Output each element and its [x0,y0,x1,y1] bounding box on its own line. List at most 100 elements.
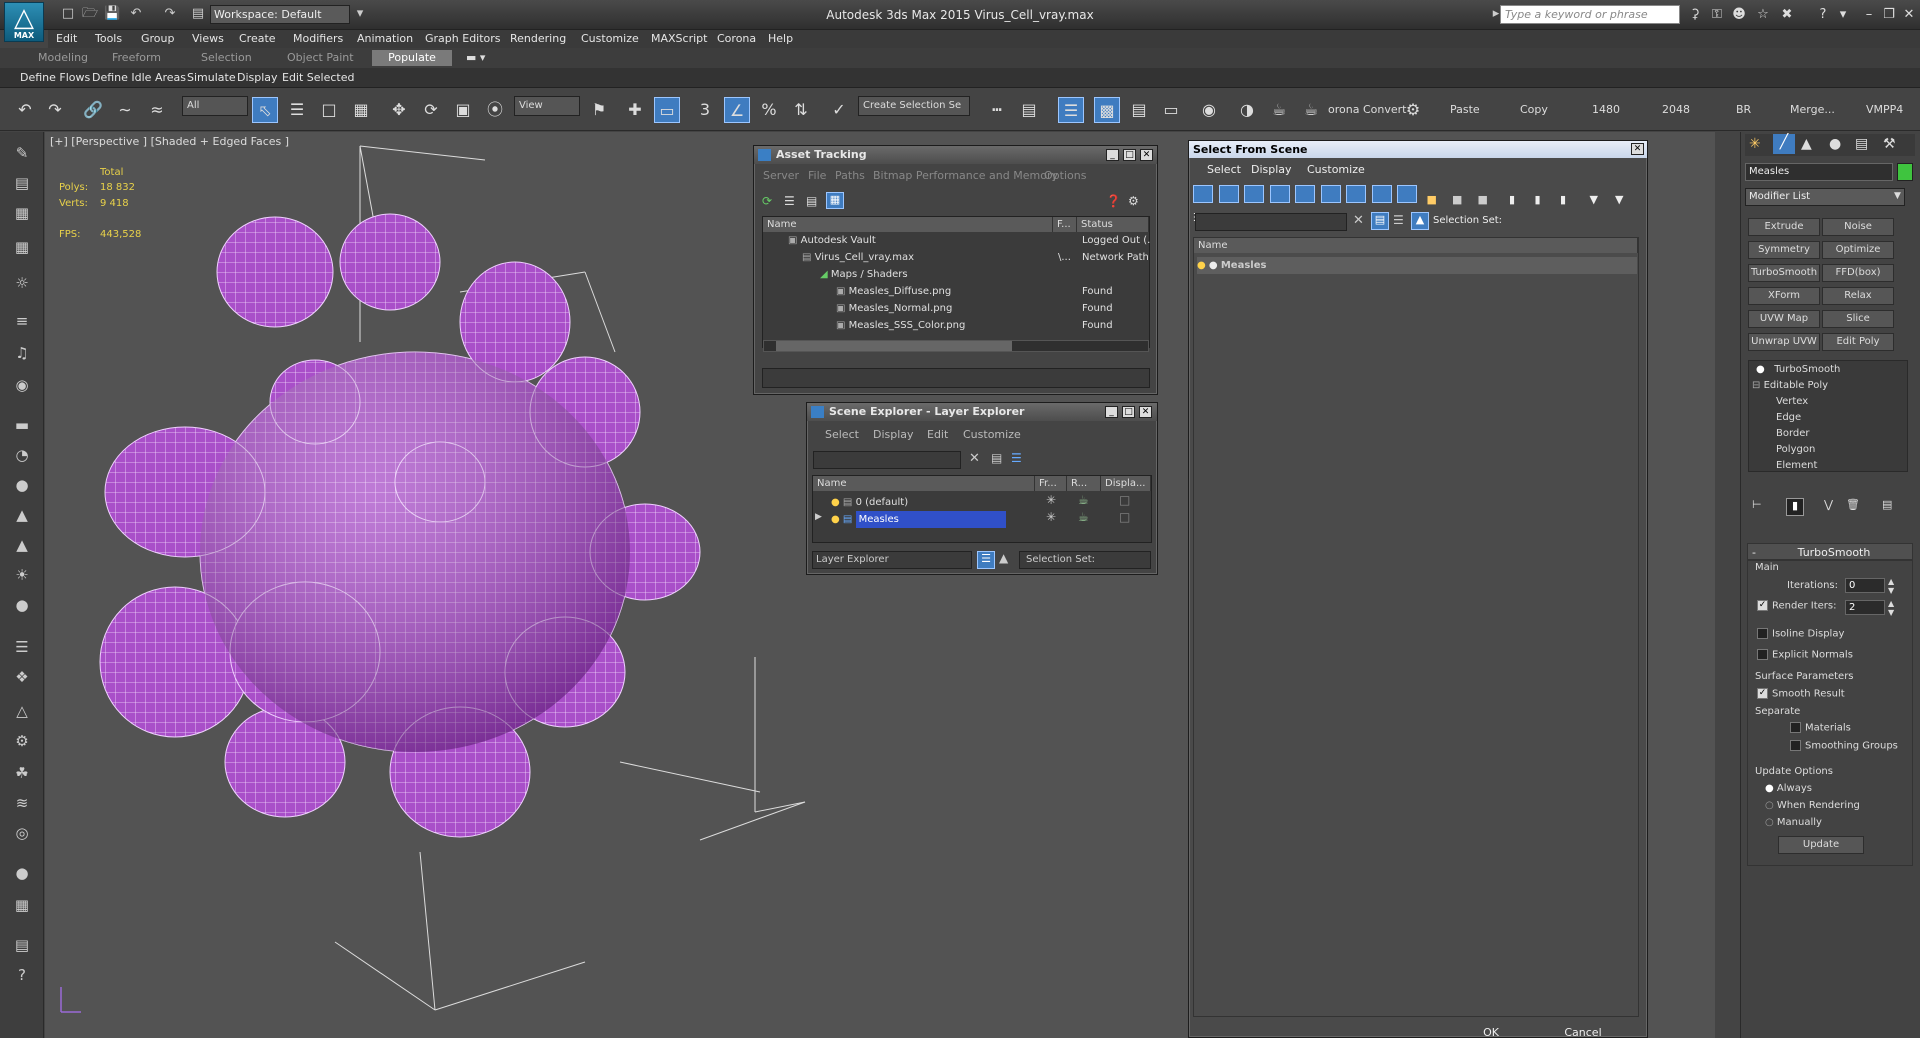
menu-file[interactable]: File [808,168,826,184]
merge-button[interactable]: Merge... [1790,103,1835,116]
undo-icon[interactable]: ↶ [128,6,144,22]
symmetry-button[interactable]: Symmetry [1748,241,1820,259]
stack-item-turbosmooth[interactable]: ● TurboSmooth [1756,362,1840,378]
column-f[interactable]: F... [1053,217,1077,232]
layers-icon[interactable]: ☰ [1393,213,1404,227]
undo-icon[interactable]: ↶ [12,97,38,123]
graphite-toolbox-icon[interactable]: ▤ [1126,97,1152,123]
minimize-icon[interactable]: _ [1106,149,1119,161]
paint-icon[interactable]: ◉ [10,374,34,396]
filter-containers-icon[interactable]: ■ [1427,193,1447,211]
render-frame-icon[interactable]: ☕ [1298,97,1324,123]
close-icon[interactable]: ✕ [1631,143,1644,155]
utility-icon-3[interactable]: ▦ [10,202,34,224]
unwrap-uvw-button[interactable]: Unwrap UVW [1748,333,1820,351]
simulate-button[interactable]: Simulate [187,70,236,86]
schematic-view-icon[interactable]: ◉ [1196,97,1222,123]
snaps-toggle-icon[interactable]: 3 [692,97,718,123]
display-tab-icon[interactable]: ▤ [1855,136,1868,152]
application-menu-button[interactable]: △ MAX [4,2,44,42]
column-status[interactable]: Status [1077,217,1149,232]
menu-rendering[interactable]: Rendering [510,30,566,48]
ribbon-options-icon[interactable]: ▬ ▾ [460,50,491,66]
spinner-snap-icon[interactable]: ⇅ [788,97,814,123]
menu-corona[interactable]: Corona [717,30,756,48]
asset-tracking-title[interactable]: Asset Tracking [754,146,1157,164]
binoculars-icon[interactable]: ⚳ [1686,6,1704,24]
slice-button[interactable]: Slice [1822,310,1894,328]
sphere-material-icon[interactable]: ● [10,862,34,884]
menu-select[interactable]: Select [1207,162,1241,178]
filter-xrefs-icon[interactable] [1371,185,1392,203]
freeze-icon[interactable]: ✳ [1046,493,1056,507]
detail-view-icon[interactable]: ▤ [806,194,822,208]
search-input[interactable]: Type a keyword or phrase [1500,5,1680,24]
menu-maxscript[interactable]: MAXScript [651,30,707,48]
star-icon[interactable]: ☆ [1754,6,1772,24]
hierarchy-icon[interactable]: ▲ [999,551,1008,565]
render-setup-icon[interactable]: ☕ [1266,97,1292,123]
isoline-display-checkbox[interactable]: Isoline Display [1757,628,1844,640]
filter-input[interactable] [813,451,961,469]
scrollbar-thumb[interactable] [776,341,1012,351]
make-unique-icon[interactable]: ⋁ [1824,498,1833,511]
move-icon[interactable]: ✥ [386,97,412,123]
close-icon[interactable]: ✕ [1139,406,1152,418]
open-file-icon[interactable]: 🗁 [82,6,98,22]
filter-icon[interactable]: ▼ [1590,193,1610,211]
settings-icon[interactable]: ⚙ [1128,194,1139,208]
close-icon[interactable]: ✕ [1140,149,1153,161]
pivot-icon[interactable]: ⚑ [586,97,612,123]
show-end-result-icon[interactable]: ▮ [1786,498,1804,516]
br-button[interactable]: BR [1736,103,1751,116]
workspace-dropdown[interactable]: Workspace: Default [210,5,350,24]
layer-mode-icon[interactable]: ☰ [977,551,995,569]
spinner-arrows-icon[interactable]: ▲ ▼ [1888,577,1894,595]
menu-server[interactable]: Server [763,168,799,184]
gear-icon[interactable]: ⚙ [10,730,34,752]
display-button[interactable]: Display [237,70,278,86]
menu-create[interactable]: Create [239,30,276,48]
cancel-button[interactable]: Cancel [1543,1023,1623,1038]
find-icon[interactable]: ▤ [991,451,1002,465]
select-all-icon[interactable]: ▮ [1509,193,1529,211]
ffd-box-button[interactable]: FFD(box) [1822,264,1894,282]
window-crossing-icon[interactable]: ▦ [348,97,374,123]
column-name[interactable]: Name [1194,238,1638,253]
redo-icon[interactable]: ↷ [162,6,178,22]
turbosmooth-rollout-header[interactable]: - TurboSmooth [1747,543,1913,560]
list-item[interactable]: ● ● Measles [1197,257,1637,274]
define-flows-button[interactable]: Define Flows [20,70,90,86]
maximize-icon[interactable]: □ [1123,149,1136,161]
configure-sets-icon[interactable]: ▤ [1882,498,1892,511]
menu-views[interactable]: Views [192,30,224,48]
sun-icon[interactable]: ☀ [10,564,34,586]
tab-selection[interactable]: Selection [195,50,258,66]
menu-tools[interactable]: Tools [95,30,122,48]
find-case-icon[interactable]: ▤ [1371,212,1389,230]
tab-freeform[interactable]: Freeform [106,50,167,66]
layer-row-default[interactable]: ● ▤ 0 (default) [831,494,1031,511]
filter-spacewarps-icon[interactable] [1320,185,1341,203]
tab-object-paint[interactable]: Object Paint [281,50,360,66]
person-icon[interactable]: ☻ [1730,6,1748,24]
menu-group[interactable]: Group [141,30,175,48]
select-none-icon[interactable]: ▮ [1535,193,1555,211]
filter-lights-icon[interactable] [1244,185,1264,203]
sphere-icon[interactable]: ● [10,474,34,496]
percent-snap-icon[interactable]: % [756,97,782,123]
hemisphere-icon[interactable]: ◔ [10,444,34,466]
smoothing-groups-checkbox[interactable]: Smoothing Groups [1790,740,1898,752]
table-row[interactable]: ▤ Virus_Cell_vray.max [802,249,1052,266]
minimize-icon[interactable]: – [1860,6,1878,24]
define-idle-areas-button[interactable]: Define Idle Areas [92,70,186,86]
iterations-spinner[interactable]: 0 [1845,578,1885,593]
modify-tab-icon[interactable]: ╱ [1773,134,1795,154]
grid-icon[interactable]: ▦ [10,236,34,258]
exchange-icon[interactable]: ✖ [1778,6,1796,24]
render-iters-spinner[interactable]: 2 [1845,600,1885,615]
link-icon[interactable]: 🔗 [80,97,106,123]
menu-display[interactable]: Display [873,427,914,443]
stack-item-edge[interactable]: Edge [1776,410,1801,426]
filter-groups-icon[interactable] [1346,185,1366,203]
